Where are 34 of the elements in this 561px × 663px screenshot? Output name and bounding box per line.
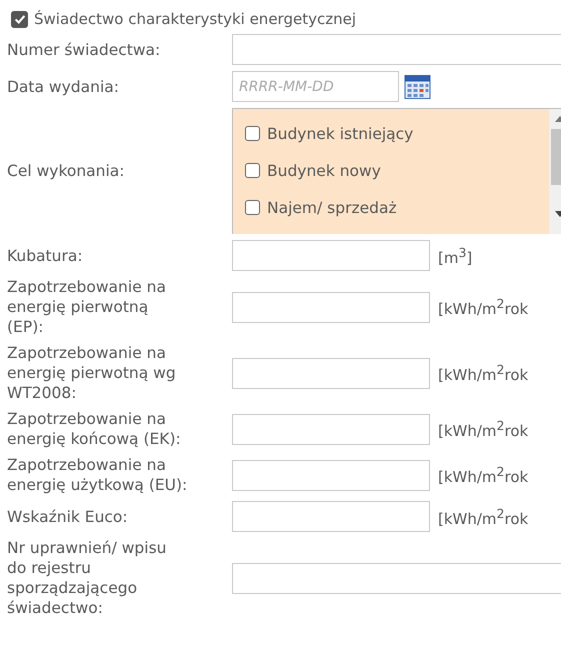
number-field[interactable] <box>232 358 430 388</box>
field-label: Numer świadectwa: <box>7 40 162 60</box>
unit-label: [kWh/m$^{2}$rok <box>438 506 528 528</box>
checkbox[interactable] <box>245 200 260 215</box>
field-label: Zapotrzebowanie na energię końcową (EK): <box>7 409 182 449</box>
date-field[interactable]: RRRR-MM-DD <box>232 71 399 102</box>
field-label: Data wydania: <box>7 76 120 96</box>
unit-label: [kWh/m$^{2}$rok <box>438 418 528 440</box>
number-field[interactable] <box>232 240 430 271</box>
checkbox[interactable] <box>245 163 260 178</box>
unit-label: [kWh/m$^{2}$rok <box>438 464 528 486</box>
number-field[interactable] <box>232 460 430 490</box>
option-label: Budynek istniejący <box>267 124 414 142</box>
unit-label: [m$^{3}$] <box>438 244 472 266</box>
number-field[interactable] <box>232 414 430 444</box>
calendar-icon[interactable] <box>404 74 431 98</box>
field-label: Zapotrzebowanie na energię pierwotną (EP): <box>7 277 167 337</box>
checkbox[interactable] <box>11 10 28 28</box>
unit-label: [kWh/m$^{2}$rok <box>438 362 528 384</box>
field-label: Zapotrzebowanie na energię użytkową (EU): <box>7 455 188 495</box>
option-label: Najem/ sprzedaż <box>267 198 397 216</box>
option-label: Budynek nowy <box>267 162 381 180</box>
field-label: Wskaźnik Euco: <box>7 506 129 528</box>
field-label: Zapotrzebowanie na energię pierwotną wg WT2008: <box>7 343 177 403</box>
section-title: Świadectwo charakterystyki energetycznej <box>34 10 356 28</box>
number-field[interactable] <box>232 501 430 532</box>
field-label: Kubatura: <box>7 246 84 266</box>
field-label: Cel wykonania: <box>7 161 126 181</box>
text-field[interactable] <box>232 34 561 65</box>
text-field[interactable] <box>232 562 561 594</box>
field-label: Nr uprawnień/ wpisu do rejestru sporządzającego świadectwo: <box>7 538 168 618</box>
checkbox[interactable] <box>245 126 260 141</box>
number-field[interactable] <box>232 292 430 322</box>
unit-label: [kWh/m$^{2}$rok <box>438 296 528 318</box>
